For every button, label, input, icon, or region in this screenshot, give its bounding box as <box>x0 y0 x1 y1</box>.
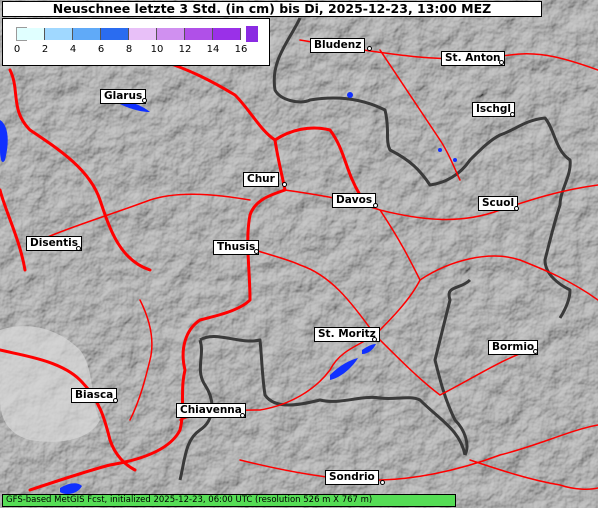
legend-swatch <box>185 28 213 40</box>
legend-swatch <box>45 28 73 40</box>
legend-tick: 14 <box>206 44 220 55</box>
city-marker <box>380 480 385 485</box>
city-marker <box>510 112 515 117</box>
map-canvas <box>0 0 598 508</box>
legend-color-bar <box>17 28 241 40</box>
city-marker <box>282 182 287 187</box>
city-marker <box>373 203 378 208</box>
city-label-bludenz[interactable]: Bludenz <box>310 38 366 53</box>
city-label-thusis[interactable]: Thusis <box>213 240 260 255</box>
legend-tick: 6 <box>97 44 105 55</box>
legend-tick: 10 <box>150 44 164 55</box>
legend-tick: 2 <box>41 44 49 55</box>
city-marker <box>240 413 245 418</box>
city-marker <box>76 246 81 251</box>
legend-tick: 12 <box>178 44 192 55</box>
city-label-ischgl[interactable]: Ischgl <box>472 102 515 117</box>
snowfall-legend: 0 2 4 6 8 10 12 14 16 <box>2 18 270 66</box>
city-marker <box>372 337 377 342</box>
city-marker <box>113 398 118 403</box>
city-marker <box>514 206 519 211</box>
legend-swatch <box>129 28 157 40</box>
forecast-info-footer: GFS-based MetGIS Fcst, initialized 2025-… <box>2 494 456 507</box>
city-label-disentis[interactable]: Disentis <box>26 236 83 251</box>
city-label-st-anton[interactable]: St. Anton <box>441 51 505 66</box>
city-label-glarus[interactable]: Glarus <box>100 89 147 104</box>
city-marker <box>367 46 372 51</box>
legend-swatch <box>17 28 45 40</box>
city-label-scuol[interactable]: Scuol <box>478 196 519 211</box>
legend-tick: 4 <box>69 44 77 55</box>
legend-swatch <box>157 28 185 40</box>
legend-tick: 8 <box>125 44 133 55</box>
city-label-biasca[interactable]: Biasca <box>71 388 118 403</box>
city-label-sondrio[interactable]: Sondrio <box>325 470 379 485</box>
city-marker <box>142 98 147 103</box>
legend-swatch <box>213 28 241 40</box>
legend-over-swatch <box>246 26 258 42</box>
city-marker <box>533 349 538 354</box>
city-label-chur[interactable]: Chur <box>243 172 279 187</box>
city-marker <box>499 60 504 65</box>
city-marker <box>254 249 259 254</box>
city-label-bormio[interactable]: Bormio <box>488 340 539 355</box>
legend-swatch <box>73 28 101 40</box>
city-label-davos[interactable]: Davos <box>332 193 377 208</box>
legend-swatch <box>101 28 129 40</box>
legend-tick: 16 <box>234 44 248 55</box>
city-label-st-moritz[interactable]: St. Moritz <box>314 327 380 342</box>
map-title: Neuschnee letzte 3 Std. (in cm) bis Di, … <box>2 1 542 17</box>
city-label-chiavenna[interactable]: Chiavenna <box>176 403 246 418</box>
legend-tick: 0 <box>13 44 21 55</box>
